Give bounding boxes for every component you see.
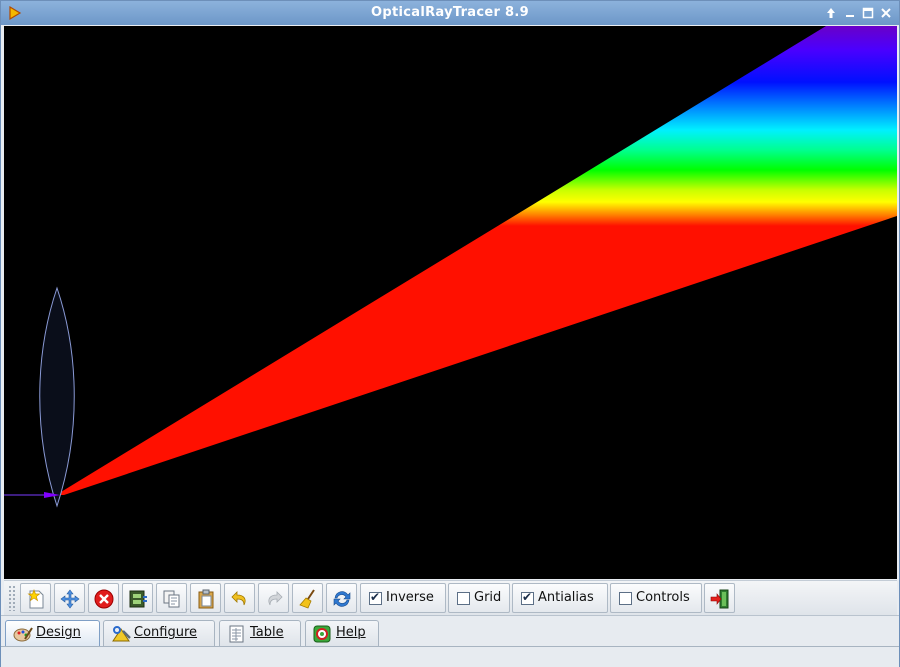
paste-icon [198,589,214,609]
refresh-button[interactable] [326,583,357,613]
inverse-checkbox-box: ✔ [369,590,382,605]
tab-help[interactable]: Help [305,620,379,646]
grid-checkbox-box [457,592,470,605]
ray-trace-canvas[interactable] [4,26,897,579]
tab-design[interactable]: Design [5,620,100,646]
new-button[interactable] [20,583,51,613]
title-bar[interactable]: OpticalRayTracer 8.9 [1,1,899,25]
delete-button[interactable] [88,583,119,613]
tab-bar: Design Configure Table Help [1,615,899,667]
new-icon [27,589,44,609]
exit-button[interactable] [704,583,735,613]
undo-button[interactable] [224,583,255,613]
toolbar-grip[interactable] [8,585,16,611]
application-window: OpticalRayTracer 8.9 ✔ Inverse Grid ✔ An… [0,0,900,667]
checkmark-icon: ✔ [522,590,533,604]
help-icon [313,625,331,643]
tab-help-label: Help [336,625,366,640]
redo-button[interactable] [258,583,289,613]
inverse-checkbox[interactable]: ✔ Inverse [360,583,446,613]
ray-trace-drawing [4,26,897,508]
move-button[interactable] [54,583,85,613]
broom-button[interactable] [292,583,323,613]
close-window-icon[interactable] [879,6,893,20]
undo-icon [231,591,246,606]
move-icon [60,589,80,609]
tools-icon [112,626,131,642]
minimize-window-icon[interactable] [843,6,857,20]
broom-icon [299,589,315,609]
lens-outline [39,286,75,508]
controls-label: Controls [636,590,690,605]
copy-button[interactable] [156,583,187,613]
toolbar: ✔ Inverse Grid ✔ Antialias Controls [4,580,897,615]
table-icon [229,625,244,643]
dispersed-spectrum-beam [56,26,897,495]
maximize-window-icon[interactable] [861,6,875,20]
redo-icon [268,591,283,606]
antialias-checkbox[interactable]: ✔ Antialias [512,583,608,613]
tab-strip-divider [1,646,899,647]
controls-checkbox-box [619,592,632,605]
tab-configure[interactable]: Configure [103,620,215,646]
film-button[interactable] [122,583,153,613]
shade-window-icon[interactable] [824,6,838,20]
checkmark-icon: ✔ [370,590,381,604]
controls-checkbox[interactable]: Controls [610,583,702,613]
exit-icon [710,589,729,609]
antialias-label: Antialias [538,590,594,605]
paste-button[interactable] [190,583,221,613]
inverse-label: Inverse [386,590,434,605]
tab-table[interactable]: Table [219,620,301,646]
copy-icon [163,590,180,608]
palette-icon [13,627,33,642]
antialias-checkbox-box: ✔ [521,590,534,605]
tab-configure-label: Configure [134,625,198,640]
grid-label: Grid [474,590,502,605]
tab-design-label: Design [36,625,81,640]
film-icon [129,590,147,608]
delete-icon [94,589,114,609]
window-title: OpticalRayTracer 8.9 [371,5,529,20]
grid-checkbox[interactable]: Grid [448,583,510,613]
tab-table-label: Table [250,625,284,640]
refresh-icon [333,591,351,607]
